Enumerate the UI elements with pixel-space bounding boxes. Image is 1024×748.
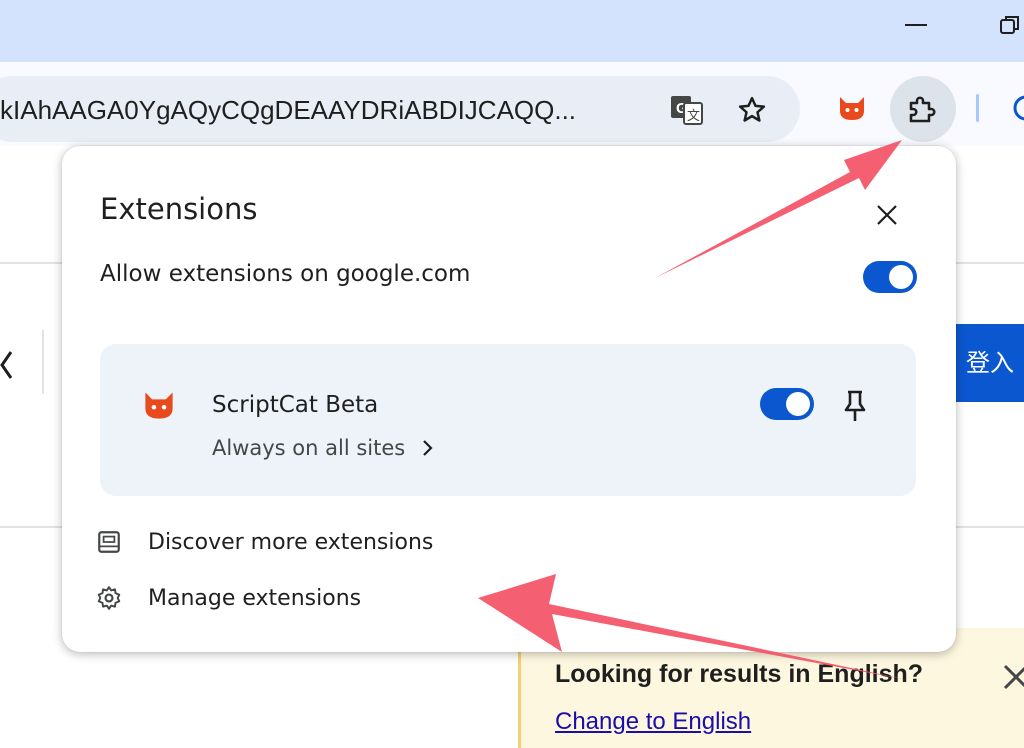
svg-text:文: 文 [687, 109, 700, 124]
scriptcat-icon [840, 97, 864, 120]
window-title-bar [0, 0, 1024, 62]
extension-name: ScriptCat Beta [212, 392, 379, 418]
allow-extensions-label: Allow extensions on google.com [100, 261, 471, 287]
translate-button[interactable]: G 文 [666, 90, 708, 130]
language-banner-title: Looking for results in English? [555, 660, 924, 688]
toolbar-separator [976, 94, 979, 122]
extension-card: ScriptCat Beta Always on all sites [100, 344, 916, 496]
popup-title: Extensions [100, 192, 258, 226]
back-chevron-icon[interactable] [0, 340, 12, 390]
extension-enable-toggle[interactable] [760, 388, 814, 420]
close-icon[interactable] [1001, 662, 1024, 692]
webstore-icon [92, 525, 126, 559]
scriptcat-icon [145, 392, 173, 419]
toggle-knob [786, 392, 810, 416]
chevron-right-icon [423, 440, 433, 456]
extensions-popup: Extensions Allow extensions on google.co… [62, 146, 956, 652]
close-icon [877, 205, 897, 225]
site-access-label: Always on all sites [212, 436, 406, 460]
manage-extensions-label: Manage extensions [148, 585, 362, 611]
allow-extensions-toggle[interactable] [863, 261, 917, 293]
manage-extensions-item[interactable]: Manage extensions [92, 578, 361, 618]
site-access-button[interactable]: Always on all sites [212, 436, 435, 460]
star-icon [738, 96, 766, 122]
sign-in-button[interactable]: 登入 [956, 324, 1024, 402]
scriptcat-toolbar-button[interactable] [832, 88, 872, 128]
toggle-knob [889, 265, 913, 289]
popup-close-button[interactable] [870, 198, 904, 232]
gear-icon [92, 581, 126, 615]
minimize-icon [905, 24, 927, 26]
restore-button[interactable] [990, 8, 1024, 42]
minimize-button[interactable] [896, 8, 936, 42]
discover-extensions-label: Discover more extensions [148, 529, 434, 555]
pin-icon[interactable] [840, 388, 870, 424]
restore-icon [1000, 16, 1019, 34]
extensions-menu-button[interactable] [890, 76, 956, 142]
discover-extensions-item[interactable]: Discover more extensions [92, 522, 433, 562]
page-separator [42, 330, 44, 394]
translate-icon: G 文 [671, 96, 703, 125]
puzzle-icon [909, 96, 936, 123]
profile-icon[interactable] [1010, 92, 1024, 124]
bookmark-star-button[interactable] [732, 90, 772, 130]
address-bar-url[interactable]: kIAhAAGA0YgAQyCQgDEAAYDRiABDIJCAQQ... [0, 90, 640, 130]
